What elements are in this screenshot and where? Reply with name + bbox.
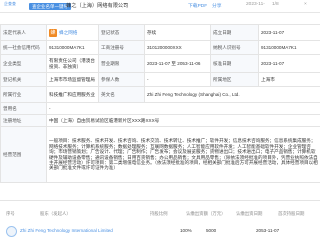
approve-date-value: 2023-11-07 [259, 55, 320, 73]
term-label: 营业期限 [99, 55, 145, 73]
legal-rep-label: 法定代表人 [1, 25, 47, 41]
reg-authority-label: 登记机关 [1, 73, 47, 87]
col-ratio: 持股比例 [150, 211, 168, 217]
shareholder-section: 序号 股东（发起人） 持股比例 认缴出资额（万元） 认缴出资日期 首次持股日期 … [0, 200, 320, 241]
shareholder-amount: 5000 [206, 228, 216, 233]
found-date-label: 成立日期 [211, 25, 259, 41]
english-name-label: 英文名 [99, 87, 145, 103]
found-date-value: 2023-11-07 [259, 25, 320, 41]
industry-label: 所属行业 [1, 87, 47, 103]
scope-label: 经营范围 [1, 127, 47, 183]
tax-id-label: 纳税人识别号 [211, 41, 259, 55]
scope-value: 一般项目：技术服务、技术开发、技术咨询、技术交流、技术转让、技术推广；软件开发；… [47, 127, 320, 183]
shareholder-ratio: 100% [180, 228, 192, 233]
header-date: 2023-11- [246, 2, 265, 7]
address-value: 中国（上海）自由贸易试验区临港新片区XXX路XXX号 [47, 115, 320, 127]
company-type-label: 企业类型 [1, 55, 47, 73]
table-row[interactable]: Zhi Zhi Feng Technology International Li… [0, 225, 320, 237]
status-label: 登记状态 [99, 25, 145, 41]
col-first-date: 首次持股日期 [278, 211, 304, 217]
reg-no-value: 3101200000XXX [145, 41, 211, 55]
area-value: 上海市 [259, 73, 320, 87]
term-value: 2023-11-07 至 2053-11-06 [145, 55, 211, 73]
avatar: 蜂 [49, 29, 57, 37]
company-title: 蜂之（上海）网络有限公司 [66, 2, 128, 9]
business-info-table: 法定代表人 蜂 蜂之网络 登记状态 存续 成立日期 2023-11-07 统一社… [0, 24, 320, 183]
shareholder-date: 2053-11-07 [256, 228, 279, 233]
credit-code-value: 91310000MA7K1 [47, 41, 99, 55]
page-counter: 1/8 [272, 2, 279, 7]
shareholder-name-link[interactable]: Zhi Zhi Feng Technology International Li… [20, 228, 113, 233]
legal-rep-cell: 蜂 蜂之网络 [47, 25, 99, 41]
approve-date-label: 核准日期 [211, 55, 259, 73]
close-icon[interactable]: × [304, 2, 307, 7]
legal-rep-name-link[interactable]: 蜂之网络 [59, 30, 77, 35]
shareholder-header-row: 序号 股东（发起人） 持股比例 认缴出资额（万元） 认缴出资日期 首次持股日期 [0, 209, 320, 219]
col-amount: 认缴出资额（万元） [186, 211, 226, 217]
top-bar: 企查查 查企业名单一键导 蜂之（上海）网络有限公司 下载PDF 分享 2023-… [0, 0, 320, 13]
export-badge-button[interactable]: 查企业名单一键导 [29, 3, 71, 10]
shareholder-logo-icon [6, 226, 17, 237]
insured-label: 参保人数 [99, 73, 145, 87]
credit-code-label: 统一社会信用代码 [1, 41, 47, 55]
share-link[interactable]: 分享 [212, 2, 222, 9]
reg-no-label: 工商注册号 [99, 41, 145, 55]
reg-authority-value: 上海市市场监督管理局 [47, 73, 99, 87]
english-name-value: Zhi Zhi Feng Technology (Shanghai) Co., … [145, 87, 320, 103]
col-holder: 股东（发起人） [40, 211, 71, 217]
industry-value: 科技推广和应用服务业 [47, 87, 99, 103]
area-label: 所属地区 [211, 73, 259, 87]
tax-id-value: 91310000MA7K1 [259, 41, 320, 55]
download-pdf-link[interactable]: 下载PDF [188, 2, 207, 9]
status-value: 存续 [145, 25, 211, 41]
col-index: 序号 [6, 211, 15, 217]
address-label: 注册地址 [1, 115, 47, 127]
former-name-value: - [47, 103, 320, 115]
former-name-label: 曾用名 [1, 103, 47, 115]
app-logo: 企查查 [4, 1, 26, 9]
insured-value: - [145, 73, 211, 87]
company-type-value: 有限责任公司（港澳台投资、非独资） [47, 55, 99, 73]
col-date: 认缴出资日期 [236, 211, 262, 217]
